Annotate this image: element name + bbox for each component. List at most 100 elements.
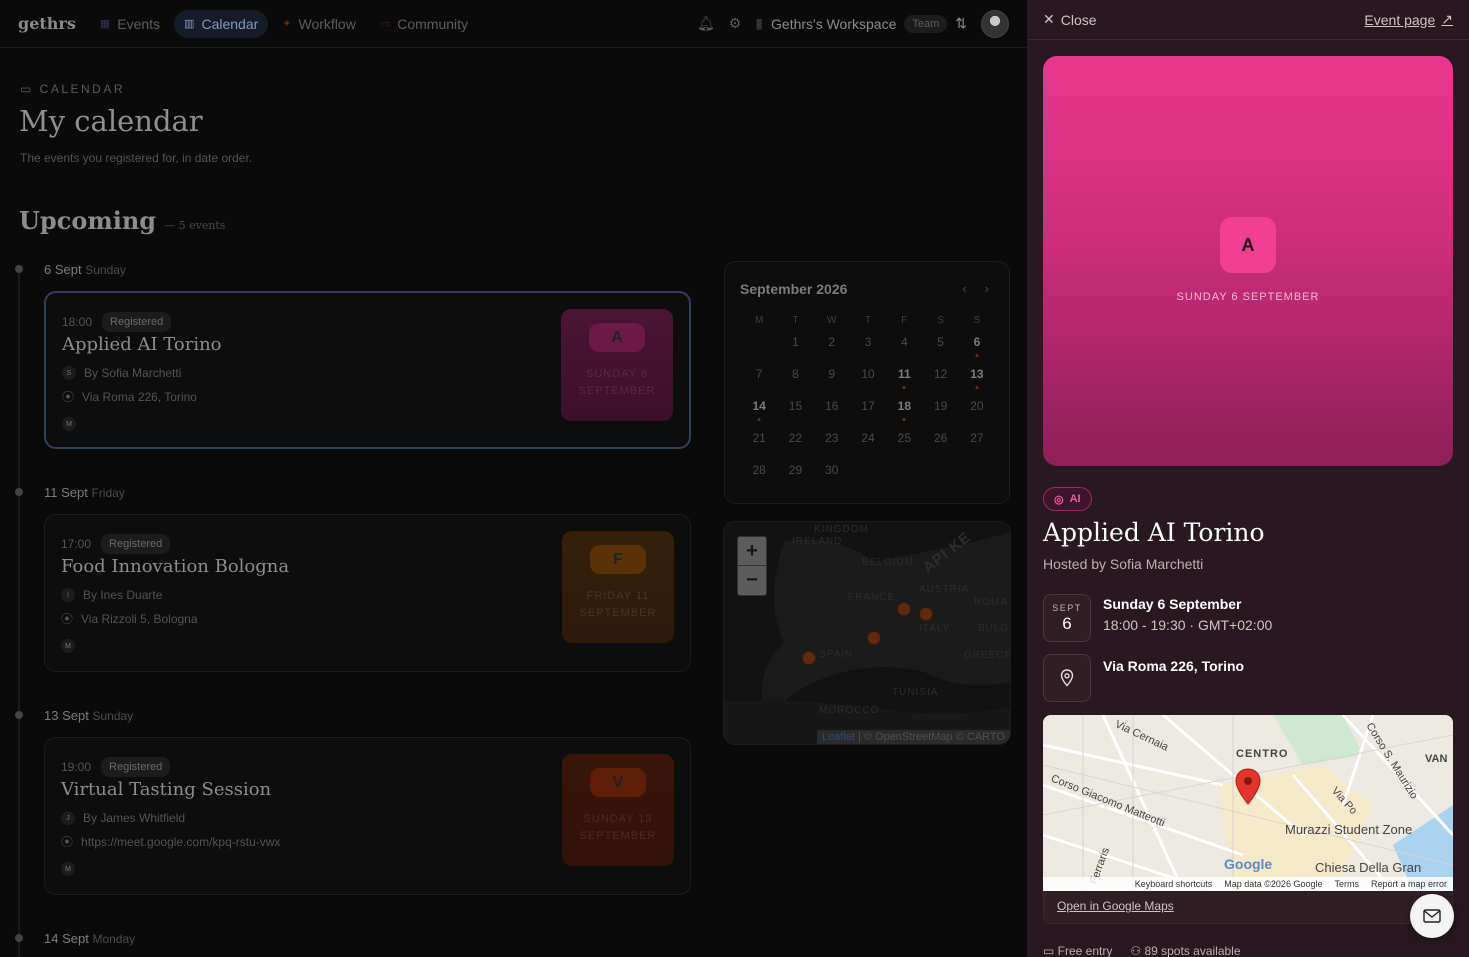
weekday-header: T: [792, 315, 799, 326]
nav-community[interactable]: ▭ Community: [370, 10, 478, 38]
map-district-label: CENTRO: [1236, 748, 1289, 760]
entry-info: Free entry: [1057, 944, 1113, 957]
avatar[interactable]: [981, 9, 1009, 38]
host-avatar: S: [62, 366, 76, 380]
zoom-in-button[interactable]: +: [738, 537, 766, 566]
nav-calendar[interactable]: ▥ Calendar: [174, 9, 269, 38]
calendar-day[interactable]: 8: [777, 364, 813, 396]
calendar-day[interactable]: 7: [741, 364, 777, 396]
map-marker[interactable]: [802, 651, 816, 665]
calendar-day[interactable]: 29: [777, 460, 813, 492]
calendar-day[interactable]: 13: [959, 364, 995, 396]
map-marker[interactable]: [897, 602, 911, 616]
timeline-line: [18, 270, 20, 957]
event-card[interactable]: 17:00 Registered Food Innovation Bologna …: [44, 514, 691, 672]
open-google-maps-link[interactable]: Open in Google Maps: [1057, 899, 1174, 913]
calendar-day[interactable]: 10: [850, 364, 886, 396]
chevron-right-icon[interactable]: ›: [985, 281, 989, 296]
calendar-day[interactable]: 21: [741, 428, 777, 460]
calendar-day[interactable]: 3: [850, 332, 886, 364]
calendar-day[interactable]: 9: [814, 364, 850, 396]
calendar-day[interactable]: 2: [814, 332, 850, 364]
calendar-day[interactable]: 16: [814, 396, 850, 428]
calendar-day[interactable]: 19: [922, 396, 958, 428]
keyboard-shortcuts-link[interactable]: Keyboard shortcuts: [1135, 877, 1213, 891]
message-button[interactable]: [1410, 894, 1454, 938]
calendar-day[interactable]: 18: [886, 396, 922, 428]
event-hero-image: A SUNDAY 6 SEPTEMBER: [1043, 56, 1453, 466]
events-map[interactable]: + − KINGDOM IRELAND BELGIUM FRANCE AUSTR…: [723, 521, 1011, 745]
bell-icon[interactable]: 🔔︎: [697, 15, 715, 32]
calendar-day[interactable]: 30: [814, 460, 850, 492]
calendar-day[interactable]: 17: [850, 396, 886, 428]
calendar-day[interactable]: 25: [886, 428, 922, 460]
chevron-left-icon[interactable]: ‹: [962, 281, 966, 296]
external-link-icon: ↗: [1441, 11, 1453, 27]
map-label: ROMA: [974, 597, 1008, 608]
zoom-out-button[interactable]: −: [738, 566, 766, 595]
event-host: By Sofia Marchetti: [84, 366, 182, 380]
location-marker-icon[interactable]: [1234, 768, 1262, 806]
calendar-day[interactable]: 26: [922, 428, 958, 460]
timeline-dot: [15, 934, 23, 942]
calendar-day[interactable]: 6: [959, 332, 995, 364]
event-location: Via Rizzoli 5, Bologna: [81, 611, 198, 626]
calendar-day[interactable]: 28: [741, 460, 777, 492]
calendar-day[interactable]: 23: [814, 428, 850, 460]
location-pin-icon: ⦿: [61, 612, 74, 626]
status-badge: Registered: [102, 312, 172, 332]
calendar-day[interactable]: 15: [777, 396, 813, 428]
calendar-month-title: September 2026: [740, 281, 848, 297]
date-tile-month: SEPT: [1052, 603, 1082, 613]
calendar-icon: ▦: [99, 18, 111, 30]
close-button[interactable]: ✕ Close: [1043, 11, 1097, 28]
thumbnail-letter: V: [590, 768, 646, 797]
google-map[interactable]: CENTRO Via Cernaia Corso Giacomo Matteot…: [1043, 715, 1453, 891]
category-badge[interactable]: ◎ AI: [1043, 487, 1092, 511]
attendee-avatar: M: [62, 417, 76, 431]
leaflet-link[interactable]: Leaflet: [822, 731, 855, 743]
calendar-day[interactable]: 20: [959, 396, 995, 428]
top-navigation: gethrs ▦ Events ▥ Calendar ✦ Workflow ▭ Comm…: [0, 0, 1027, 48]
event-page-link[interactable]: Event page ↗: [1364, 11, 1453, 28]
calendar-day[interactable]: 24: [850, 428, 886, 460]
event-date: Sunday 6 September: [1103, 596, 1242, 612]
host-avatar: J: [61, 811, 75, 825]
date-tile: SEPT 6: [1043, 594, 1091, 642]
map-marker[interactable]: [867, 631, 881, 645]
event-title: Applied AI Torino: [1043, 518, 1265, 547]
calendar-day[interactable]: 22: [777, 428, 813, 460]
nav-events[interactable]: ▦ Events: [90, 10, 170, 38]
calendar-day[interactable]: 27: [959, 428, 995, 460]
app-logo[interactable]: gethrs: [18, 14, 76, 33]
map-label: MOROCCO: [819, 705, 880, 716]
map-label: IRELAND: [792, 536, 843, 547]
map-footer: Open in Google Maps: [1043, 891, 1453, 924]
nav-workflow[interactable]: ✦ Workflow: [272, 10, 366, 38]
map-attribution: Leaflet | © OpenStreetMap © CARTO: [816, 730, 1010, 744]
weekday-header: S: [937, 315, 944, 326]
map-label: ITALY: [919, 623, 951, 634]
map-marker[interactable]: [919, 607, 933, 621]
location-pin-icon: ⦿: [62, 390, 75, 404]
calendar-day[interactable]: 14: [741, 396, 777, 428]
thumbnail-month: SEPTEMBER: [579, 607, 657, 619]
calendar-day[interactable]: 1: [777, 332, 813, 364]
terms-link[interactable]: Terms: [1334, 877, 1359, 891]
event-time: 19:00: [61, 760, 92, 774]
thumbnail-month: SEPTEMBER: [579, 830, 657, 842]
workspace-switcher[interactable]: ▮ Gethrs's Workspace Team ⇅: [755, 14, 967, 33]
event-card[interactable]: 18:00 Registered Applied AI Torino S By So…: [44, 291, 691, 449]
gear-icon[interactable]: ⚙: [729, 15, 742, 32]
map-label: KINGDOM: [814, 524, 869, 535]
map-pin-icon: [1060, 669, 1074, 687]
event-card[interactable]: 19:00 Registered Virtual Tasting Session …: [44, 737, 691, 895]
calendar-day[interactable]: 12: [922, 364, 958, 396]
event-host: Hosted by Sofia Marchetti: [1043, 556, 1204, 572]
calendar-day[interactable]: 4: [886, 332, 922, 364]
calendar-day[interactable]: 11: [886, 364, 922, 396]
thumbnail-date-line: FRIDAY 11: [586, 590, 650, 602]
report-error-link[interactable]: Report a map error: [1371, 877, 1447, 891]
event-thumbnail: V SUNDAY 13 SEPTEMBER: [562, 754, 674, 866]
calendar-day[interactable]: 5: [922, 332, 958, 364]
